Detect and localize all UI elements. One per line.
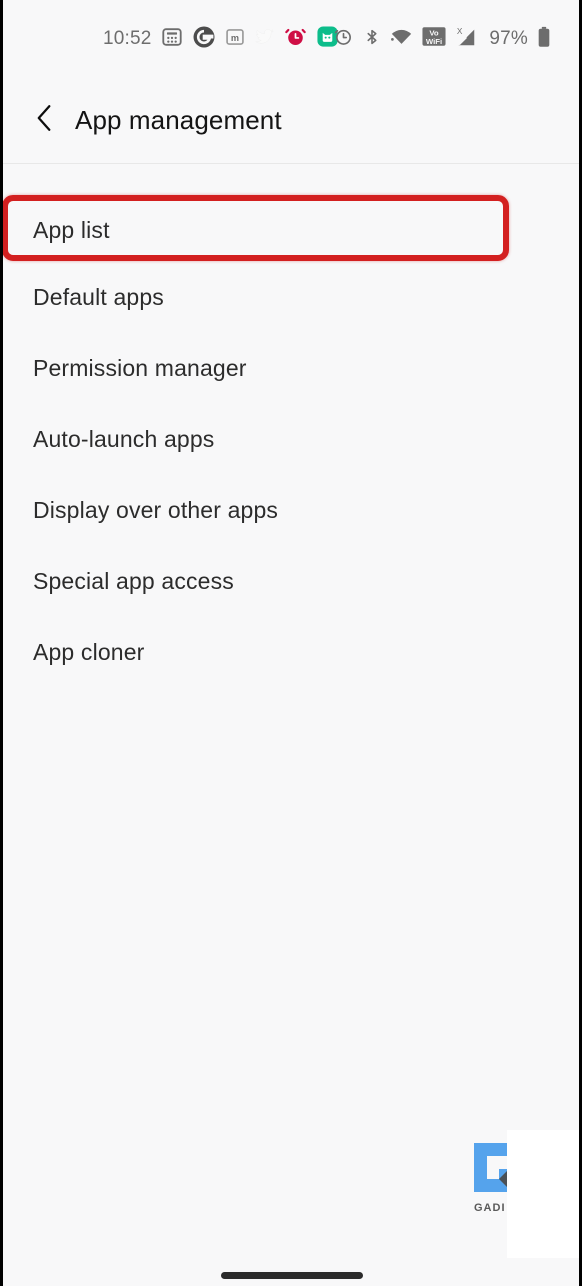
list-item-default-apps[interactable]: Default apps [3,262,579,333]
status-bar-left-group: 10:52 m [103,0,339,78]
battery-percent-label: 97% [489,28,528,49]
svg-text:WiFi: WiFi [426,37,442,46]
list-item-label: App cloner [33,639,145,665]
list-item-label: App list [33,216,110,243]
phone-screen: 10:52 m Vo WiFi X 97% App management App… [3,0,579,1286]
app-bar: App management [3,78,579,164]
list-item-label: Auto-launch apps [33,426,215,452]
settings-list: App list Default apps Permission manager… [3,165,579,688]
list-item-special-app-access[interactable]: Special app access [3,546,579,617]
chevron-left-icon [32,103,58,138]
status-bar-right-group: Vo WiFi X 97% [333,0,551,78]
status-bar: 10:52 m Vo WiFi X 97% [3,0,579,78]
vowifi-icon: Vo WiFi [422,26,446,52]
list-item-permission-manager[interactable]: Permission manager [3,333,579,404]
mastodon-icon: m [225,27,245,52]
status-bar-clock: 10:52 [103,28,152,49]
list-item-auto-launch-apps[interactable]: Auto-launch apps [3,404,579,475]
list-item-label: Default apps [33,284,164,310]
bluetooth-icon [363,27,381,52]
alarm-set-icon [333,26,354,52]
list-item-app-cloner[interactable]: App cloner [3,617,579,688]
back-button[interactable] [17,93,73,149]
calculator-icon [161,26,183,53]
list-item-display-over-other-apps[interactable]: Display over other apps [3,475,579,546]
cellular-signal-icon: X [455,26,477,53]
battery-icon [537,26,551,53]
navigation-bar [3,1248,579,1286]
twitter-icon [254,26,275,52]
page-title: App management [75,105,282,135]
watermark-text: GADI [474,1202,506,1214]
svg-text:X: X [457,26,463,35]
list-item-app-list[interactable]: App list [3,198,579,262]
watermark-clip-block [507,1130,579,1258]
list-item-label: Special app access [33,568,234,594]
list-item-label: Display over other apps [33,497,279,523]
home-gesture-bar[interactable] [221,1272,363,1279]
alarm-app-icon [284,25,307,53]
svg-text:m: m [230,32,238,42]
google-icon [192,25,216,54]
list-item-label: Permission manager [33,355,247,381]
wifi-icon [390,27,413,52]
